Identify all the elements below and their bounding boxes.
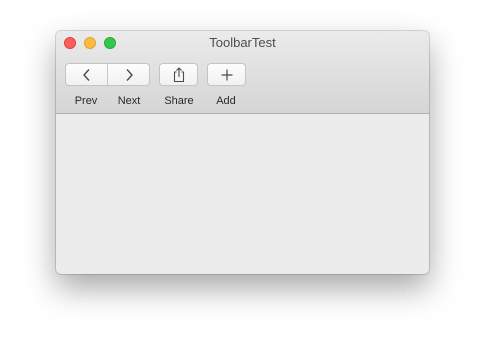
add-label: Add — [216, 95, 236, 107]
chevron-left-icon — [82, 68, 92, 82]
chevron-right-icon — [124, 68, 134, 82]
window-title: ToolbarTest — [209, 35, 276, 50]
share-icon — [172, 66, 186, 83]
next-button[interactable] — [108, 64, 149, 85]
plus-icon — [220, 68, 234, 82]
prev-next-segmented-control — [65, 63, 150, 86]
prev-button[interactable] — [66, 64, 107, 85]
titlebar-toolbar: ToolbarTest Prev Next Share Add — [56, 31, 429, 114]
app-window: ToolbarTest Prev Next Share Add — [56, 31, 429, 274]
share-button[interactable] — [159, 63, 198, 86]
share-label: Share — [164, 95, 194, 107]
add-button[interactable] — [207, 63, 246, 86]
next-label: Next — [117, 95, 141, 107]
